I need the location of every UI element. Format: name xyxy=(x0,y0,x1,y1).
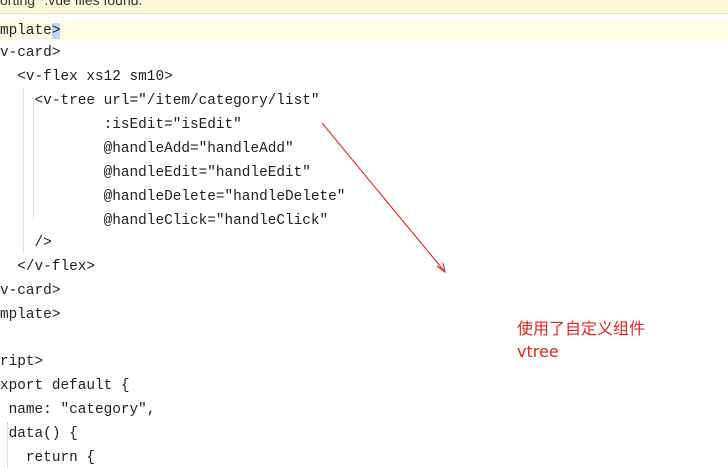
code-editor[interactable]: mplate> v-card> <v-flex xs12 sm10> <v-tr… xyxy=(0,0,728,468)
code-line: <v-tree url="/item/category/list" xyxy=(0,93,320,109)
code-line: return { xyxy=(0,450,95,466)
code-line: /> xyxy=(0,235,52,251)
code-line: @handleEdit="handleEdit" xyxy=(0,165,311,181)
code-line: <v-flex xs12 sm10> xyxy=(0,69,173,85)
code-line: @handleClick="handleClick" xyxy=(0,213,329,229)
code-line: mplate> xyxy=(0,307,61,323)
code-line: v-card> xyxy=(0,45,61,61)
code-line: mplate> xyxy=(0,19,61,43)
code-line: ript> xyxy=(0,354,44,370)
code-line: xport default { xyxy=(0,378,130,394)
annotation-line-1: 使用了自定义组件 xyxy=(517,319,646,338)
annotation-note: 使用了自定义组件 vtree xyxy=(517,317,645,363)
code-line: @handleAdd="handleAdd" xyxy=(0,141,294,157)
code-line: @handleDelete="handleDelete" xyxy=(0,189,346,205)
code-line: :isEdit="isEdit" xyxy=(0,117,242,133)
code-line: data() { xyxy=(0,426,78,442)
code-line: </v-flex> xyxy=(0,259,95,275)
annotation-line-2: vtree xyxy=(517,342,559,361)
matched-bracket-highlight: > xyxy=(51,23,61,39)
editor-screenshot: orting *.vue files found. mplate> v-card… xyxy=(0,0,728,468)
code-line-text: mplate xyxy=(0,23,52,39)
code-line: v-card> xyxy=(0,283,61,299)
code-line: name: "category", xyxy=(0,402,156,418)
